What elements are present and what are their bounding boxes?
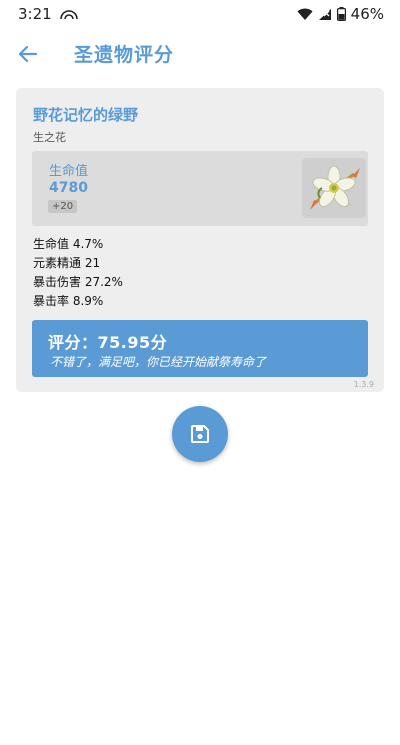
score-value: 评分：75.95分: [48, 333, 168, 352]
arrow-left-icon: [18, 45, 38, 63]
artifact-card: 野花记忆的绿野 生之花 生命值 4780 +20 生命值 4.7% 元素精通 2…: [16, 88, 384, 392]
status-time: 3:21: [18, 5, 52, 23]
main-stat-label: 生命值: [49, 164, 89, 179]
main-stat-box: 生命值 4780 +20: [32, 151, 368, 226]
page-title: 圣遗物评分: [74, 44, 175, 66]
main-stat-value: 4780: [49, 180, 88, 196]
sub-stat-item: 暴击率 8.9%: [33, 294, 104, 308]
wifi-icon: [297, 8, 313, 20]
cast-icon: [60, 10, 78, 20]
signal-icon: [318, 8, 331, 20]
save-button[interactable]: [172, 406, 228, 462]
save-icon: [191, 425, 209, 443]
status-bar: 3:21 46%: [0, 0, 400, 28]
sub-stat-item: 暴击伤害 27.2%: [33, 275, 123, 289]
score-comment: 不错了，满足吧，你已经开始献祭寿命了: [50, 355, 267, 369]
battery-icon: [336, 7, 346, 21]
status-right: 46%: [297, 5, 384, 23]
artifact-image: [302, 158, 366, 218]
flower-of-life-icon: [310, 165, 360, 210]
version-label: 1.3.9: [353, 380, 374, 389]
score-box: 评分：75.95分 不错了，满足吧，你已经开始献祭寿命了: [32, 320, 368, 377]
level-badge: +20: [48, 200, 78, 213]
artifact-name: 野花记忆的绿野: [33, 106, 139, 124]
back-button[interactable]: [14, 40, 42, 68]
battery-percent: 46%: [350, 5, 384, 23]
artifact-slot: 生之花: [33, 131, 66, 144]
sub-stats: 生命值 4.7% 元素精通 21 暴击伤害 27.2% 暴击率 8.9%: [33, 235, 123, 311]
sub-stat-item: 元素精通 21: [33, 256, 101, 270]
sub-stat-item: 生命值 4.7%: [33, 237, 104, 251]
app-bar: 圣遗物评分: [0, 28, 400, 80]
